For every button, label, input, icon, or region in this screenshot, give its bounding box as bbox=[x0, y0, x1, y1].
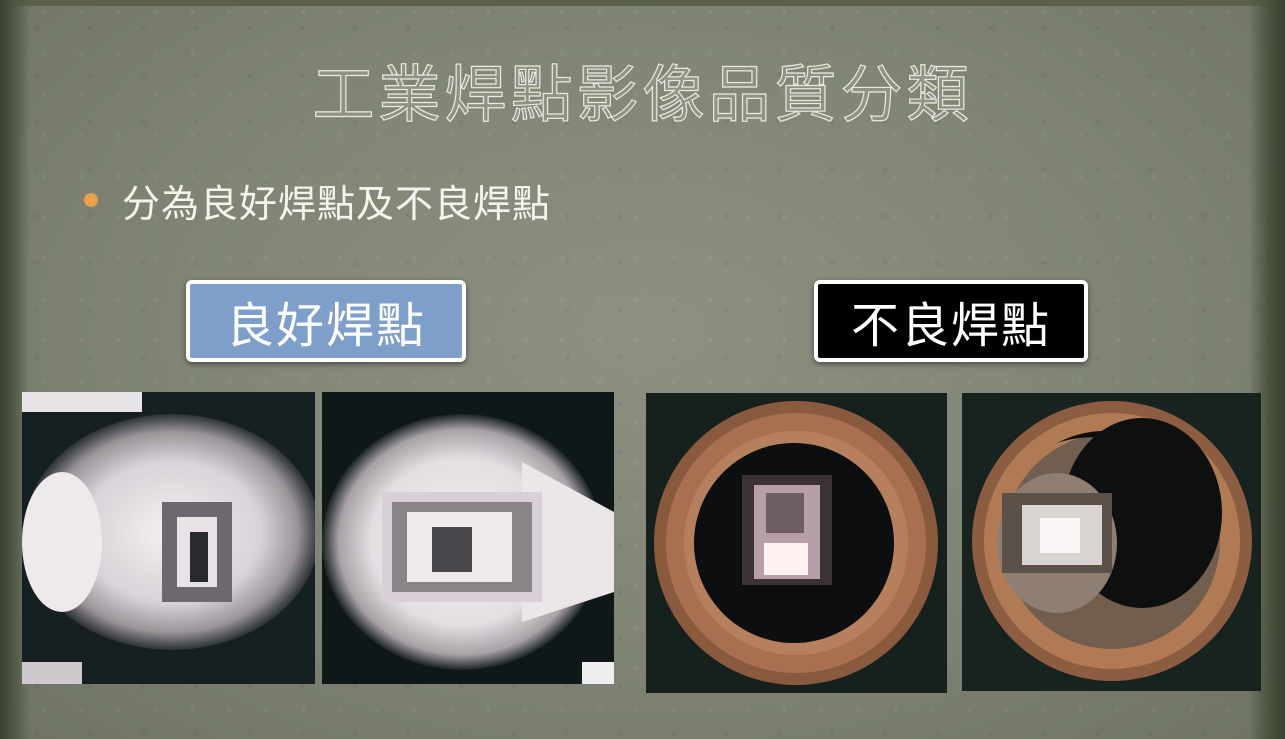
bullet-item: 分為良好焊點及不良焊點 bbox=[84, 172, 551, 228]
good-solder-photo-1 bbox=[22, 392, 315, 684]
good-solder-photo-2 bbox=[322, 392, 614, 684]
bad-solder-photo-1 bbox=[646, 393, 947, 693]
bullet-text: 分為良好焊點及不良焊點 bbox=[122, 181, 552, 226]
torn-edge-top bbox=[0, 0, 1285, 6]
bad-solder-photo-2 bbox=[962, 393, 1261, 691]
bullet-dot-icon bbox=[84, 193, 98, 207]
slide-title: 工業焊點影像品質分類 bbox=[312, 57, 973, 131]
good-solder-label: 良好焊點 bbox=[186, 280, 466, 362]
bad-solder-label: 不良焊點 bbox=[814, 280, 1088, 362]
slide: 工業焊點影像品質分類 分為良好焊點及不良焊點 良好焊點 不良焊點 bbox=[0, 0, 1285, 739]
